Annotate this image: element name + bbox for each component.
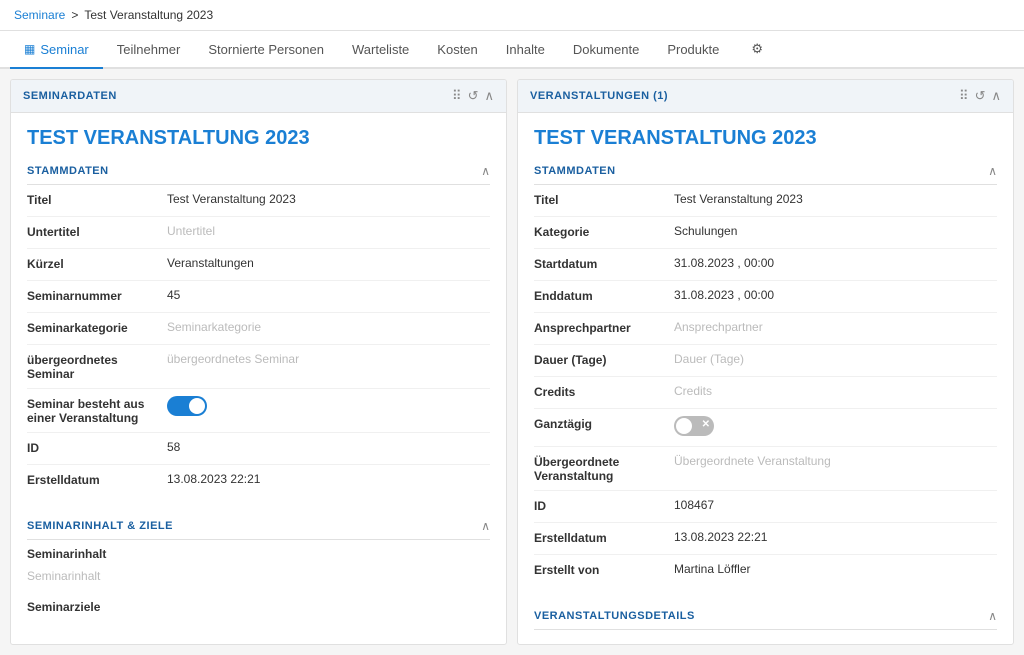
dots-icon[interactable]: ⠿ [452, 88, 462, 104]
left-panel-body: TEST VERANSTALTUNG 2023 STAMMDATEN ∧ Tit… [11, 113, 506, 632]
seminar-toggle[interactable] [167, 396, 207, 416]
right-panel-actions: ⠿ ↺ ∧ [959, 88, 1001, 104]
right-field-titel: Titel Test Veranstaltung 2023 [534, 185, 997, 217]
right-veranstaltungsdetails-title: VERANSTALTUNGSDETAILS [534, 610, 695, 622]
right-stammdaten-section: STAMMDATEN ∧ Titel Test Veranstaltung 20… [534, 164, 997, 587]
dots-icon-right[interactable]: ⠿ [959, 88, 969, 104]
tab-produkte[interactable]: Produkte [653, 32, 733, 69]
left-seminarinhalt-section: SEMINARINHALT & ZIELE ∧ Seminarinhalt Se… [27, 511, 490, 618]
right-field-ansprechpartner: Ansprechpartner Ansprechpartner [534, 313, 997, 345]
right-stammdaten-title: STAMMDATEN [534, 165, 616, 177]
left-stammdaten-chevron[interactable]: ∧ [481, 164, 490, 178]
field-titel: Titel Test Veranstaltung 2023 [27, 185, 490, 217]
right-main-title: TEST VERANSTALTUNG 2023 [534, 127, 997, 150]
breadcrumb-separator: > [71, 8, 78, 22]
right-panel-header: VERANSTALTUNGEN (1) ⠿ ↺ ∧ [518, 80, 1013, 113]
right-veranstaltungsdetails-section: VERANSTALTUNGSDETAILS ∧ [534, 601, 997, 630]
left-panel: SEMINARDATEN ⠿ ↺ ∧ TEST VERANSTALTUNG 20… [10, 79, 507, 645]
main-content: SEMINARDATEN ⠿ ↺ ∧ TEST VERANSTALTUNG 20… [0, 69, 1024, 655]
field-id: ID 58 [27, 433, 490, 465]
field-kuerzel: Kürzel Veranstaltungen [27, 249, 490, 281]
left-stammdaten-title: STAMMDATEN [27, 165, 109, 177]
left-stammdaten-section: STAMMDATEN ∧ Titel Test Veranstaltung 20… [27, 164, 490, 497]
chevron-up-icon[interactable]: ∧ [484, 88, 494, 104]
field-seminarnummer: Seminarnummer 45 [27, 281, 490, 313]
left-main-title: TEST VERANSTALTUNG 2023 [27, 127, 490, 150]
tabs-bar: ▦ Seminar Teilnehmer Stornierte Personen… [0, 31, 1024, 69]
seminarinhalt-label: Seminarinhalt [27, 540, 490, 565]
left-panel-title: SEMINARDATEN [23, 90, 117, 102]
right-veranstaltungsdetails-header: VERANSTALTUNGSDETAILS ∧ [534, 601, 997, 630]
right-field-erstelldatum: Erstelldatum 13.08.2023 22:21 [534, 523, 997, 555]
chevron-up-icon-right[interactable]: ∧ [991, 88, 1001, 104]
tab-teilnehmer[interactable]: Teilnehmer [103, 32, 195, 69]
field-uebergeordnetes-seminar: übergeordnetesSeminar übergeordnetes Sem… [27, 345, 490, 389]
right-field-enddatum: Enddatum 31.08.2023 , 00:00 [534, 281, 997, 313]
right-field-uebergeordnete-veranstaltung: ÜbergeordneteVeranstaltung Übergeordnete… [534, 447, 997, 491]
breadcrumb-current: Test Veranstaltung 2023 [84, 8, 213, 22]
tab-inhalte[interactable]: Inhalte [492, 32, 559, 69]
refresh-icon[interactable]: ↺ [468, 88, 479, 104]
right-field-ganztaegig: Ganztägig ✕ [534, 409, 997, 447]
left-stammdaten-header: STAMMDATEN ∧ [27, 164, 490, 185]
field-seminar-toggle: Seminar besteht auseiner Veranstaltung [27, 389, 490, 433]
right-veranstaltungsdetails-chevron[interactable]: ∧ [988, 609, 997, 623]
tab-stornierte[interactable]: Stornierte Personen [194, 32, 338, 69]
right-field-kategorie: Kategorie Schulungen [534, 217, 997, 249]
right-stammdaten-chevron[interactable]: ∧ [988, 164, 997, 178]
tab-dokumente[interactable]: Dokumente [559, 32, 653, 69]
tab-warteliste[interactable]: Warteliste [338, 32, 423, 69]
seminarinhalt-placeholder: Seminarinhalt [27, 565, 490, 587]
field-erstelldatum: Erstelldatum 13.08.2023 22:21 [27, 465, 490, 497]
left-seminarinhalt-title: SEMINARINHALT & ZIELE [27, 520, 173, 532]
tab-settings[interactable]: ⚙ [737, 31, 777, 69]
right-field-credits: Credits Credits [534, 377, 997, 409]
tab-seminar[interactable]: ▦ Seminar [10, 32, 103, 69]
left-panel-header: SEMINARDATEN ⠿ ↺ ∧ [11, 80, 506, 113]
right-panel: VERANSTALTUNGEN (1) ⠿ ↺ ∧ TEST VERANSTAL… [517, 79, 1014, 645]
right-panel-body: TEST VERANSTALTUNG 2023 STAMMDATEN ∧ Tit… [518, 113, 1013, 644]
breadcrumb-link[interactable]: Seminare [14, 8, 65, 22]
gear-icon: ⚙ [751, 41, 763, 57]
right-field-dauer: Dauer (Tage) Dauer (Tage) [534, 345, 997, 377]
field-untertitel: Untertitel Untertitel [27, 217, 490, 249]
left-seminarinhalt-chevron[interactable]: ∧ [481, 519, 490, 533]
left-seminarinhalt-header: SEMINARINHALT & ZIELE ∧ [27, 511, 490, 540]
right-panel-title: VERANSTALTUNGEN (1) [530, 90, 668, 102]
seminarziele-label: Seminarziele [27, 593, 490, 618]
left-panel-actions: ⠿ ↺ ∧ [452, 88, 494, 104]
right-field-startdatum: Startdatum 31.08.2023 , 00:00 [534, 249, 997, 281]
right-stammdaten-header: STAMMDATEN ∧ [534, 164, 997, 185]
ganztaegig-toggle[interactable]: ✕ [674, 416, 714, 436]
tab-kosten[interactable]: Kosten [423, 32, 491, 69]
right-field-erstellt-von: Erstellt von Martina Löffler [534, 555, 997, 587]
grid-icon: ▦ [24, 42, 35, 56]
right-field-id: ID 108467 [534, 491, 997, 523]
breadcrumb: Seminare > Test Veranstaltung 2023 [0, 0, 1024, 31]
field-seminarkategorie: Seminarkategorie Seminarkategorie [27, 313, 490, 345]
refresh-icon-right[interactable]: ↺ [975, 88, 986, 104]
